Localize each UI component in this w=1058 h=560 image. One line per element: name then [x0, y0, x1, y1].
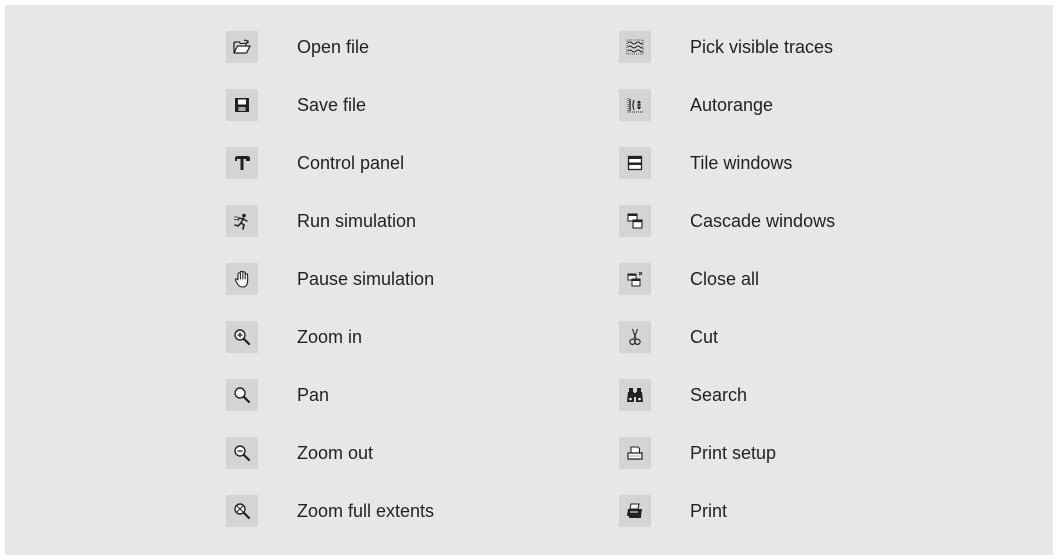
zoom-full-extents-label: Zoom full extents [297, 501, 435, 521]
control-panel-label: Control panel [297, 153, 405, 173]
print-setup-label: Print setup [690, 443, 777, 463]
zoom-in-icon[interactable] [226, 321, 258, 353]
control-panel-item[interactable]: Control panel [226, 147, 646, 179]
pick-visible-traces-label: Pick visible traces [690, 37, 834, 57]
zoom-in-item[interactable]: Zoom in [226, 321, 646, 353]
save-file-label: Save file [297, 95, 367, 115]
tile-windows-item[interactable]: Tile windows [619, 147, 1039, 179]
print-setup-item[interactable]: Print setup [619, 437, 1039, 469]
pause-simulation-item[interactable]: Pause simulation [226, 263, 646, 295]
traces-icon[interactable] [619, 31, 651, 63]
scissors-icon[interactable] [619, 321, 651, 353]
pause-simulation-label: Pause simulation [297, 269, 435, 289]
zoom-out-item[interactable]: Zoom out [226, 437, 646, 469]
autorange-icon[interactable] [619, 89, 651, 121]
zoom-full-extents-icon[interactable] [226, 495, 258, 527]
hand-icon[interactable] [226, 263, 258, 295]
running-man-icon[interactable] [226, 205, 258, 237]
magnifier-icon[interactable] [226, 379, 258, 411]
open-file-label: Open file [297, 37, 370, 57]
toolbar-legend-panel: Open file Save file Control panel Run si… [5, 5, 1053, 555]
close-all-windows-icon[interactable] [619, 263, 651, 295]
pan-label: Pan [297, 385, 330, 405]
printer-icon[interactable] [619, 495, 651, 527]
search-item[interactable]: Search [619, 379, 1039, 411]
pick-visible-traces-item[interactable]: Pick visible traces [619, 31, 1039, 63]
hammer-icon[interactable] [226, 147, 258, 179]
cascade-windows-icon[interactable] [619, 205, 651, 237]
zoom-in-label: Zoom in [297, 327, 363, 347]
open-file-item[interactable]: Open file [226, 31, 646, 63]
cascade-windows-item[interactable]: Cascade windows [619, 205, 1039, 237]
run-simulation-label: Run simulation [297, 211, 417, 231]
run-simulation-item[interactable]: Run simulation [226, 205, 646, 237]
search-label: Search [690, 385, 748, 405]
cut-item[interactable]: Cut [619, 321, 1039, 353]
zoom-full-extents-item[interactable]: Zoom full extents [226, 495, 646, 527]
cascade-windows-label: Cascade windows [690, 211, 836, 231]
zoom-out-icon[interactable] [226, 437, 258, 469]
tile-windows-icon[interactable] [619, 147, 651, 179]
pan-item[interactable]: Pan [226, 379, 646, 411]
print-setup-icon[interactable] [619, 437, 651, 469]
tile-windows-label: Tile windows [690, 153, 793, 173]
autorange-item[interactable]: Autorange [619, 89, 1039, 121]
close-all-item[interactable]: Close all [619, 263, 1039, 295]
autorange-label: Autorange [690, 95, 774, 115]
binoculars-icon[interactable] [619, 379, 651, 411]
save-file-item[interactable]: Save file [226, 89, 646, 121]
print-label: Print [690, 501, 728, 521]
cut-label: Cut [690, 327, 719, 347]
open-folder-icon[interactable] [226, 31, 258, 63]
zoom-out-label: Zoom out [297, 443, 374, 463]
print-item[interactable]: Print [619, 495, 1039, 527]
close-all-label: Close all [690, 269, 760, 289]
floppy-disk-icon[interactable] [226, 89, 258, 121]
